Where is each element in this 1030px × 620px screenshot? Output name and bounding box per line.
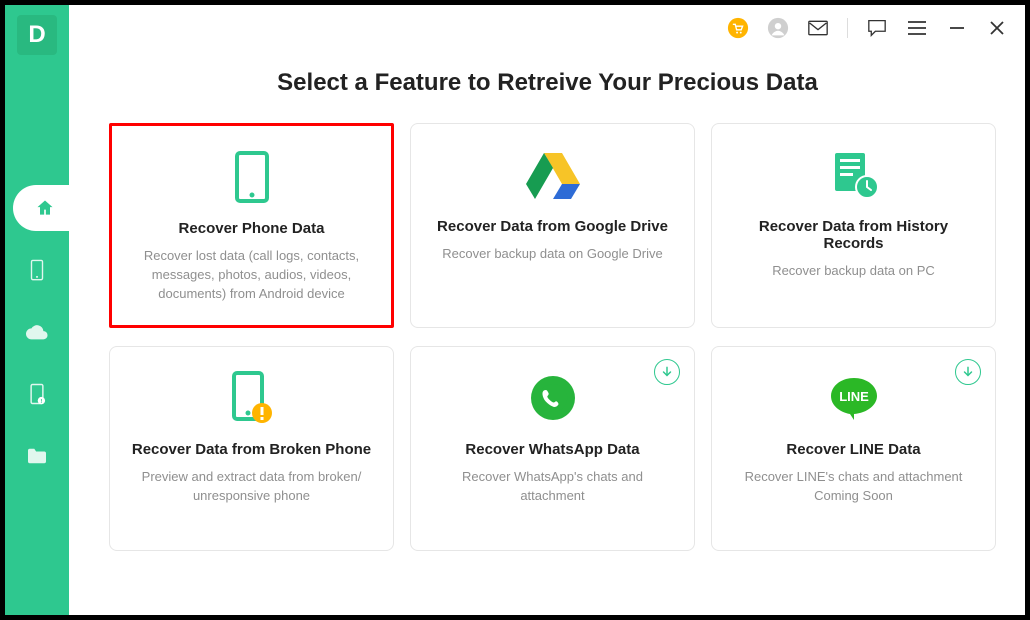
phone-device-icon — [28, 259, 46, 281]
nav-phone[interactable] — [14, 247, 60, 293]
folder-icon — [26, 447, 48, 465]
card-recover-google-drive[interactable]: Recover Data from Google Drive Recover b… — [410, 123, 695, 328]
line-text: LINE — [839, 389, 869, 404]
card-desc: Recover WhatsApp's chats and attachment — [429, 468, 676, 506]
mail-icon — [808, 20, 828, 36]
card-desc: Recover LINE's chats and attachment Comi… — [730, 468, 977, 506]
main-area: Select a Feature to Retreive Your Precio… — [69, 5, 1026, 615]
topbar-separator — [847, 18, 848, 38]
line-icon: LINE — [829, 369, 879, 427]
minimize-button[interactable] — [946, 17, 968, 39]
card-title: Recover Data from Broken Phone — [132, 441, 371, 458]
feedback-button[interactable] — [866, 17, 888, 39]
card-recover-whatsapp[interactable]: Recover WhatsApp Data Recover WhatsApp's… — [410, 346, 695, 551]
card-recover-line[interactable]: LINE Recover LINE Data Recover LINE's ch… — [711, 346, 996, 551]
history-records-icon — [829, 146, 879, 204]
card-title: Recover Data from History Records — [730, 218, 977, 252]
broken-phone-large-icon — [230, 369, 274, 427]
card-desc: Recover lost data (call logs, contacts, … — [130, 247, 373, 304]
feature-grid: Recover Phone Data Recover lost data (ca… — [69, 123, 1026, 551]
nav-cloud[interactable] — [14, 309, 60, 355]
cart-button[interactable] — [727, 17, 749, 39]
svg-text:!: ! — [40, 399, 42, 405]
card-desc: Recover backup data on PC — [772, 262, 935, 281]
cart-icon — [727, 17, 749, 39]
broken-phone-icon: ! — [27, 383, 47, 405]
app-window: D ! — [0, 0, 1030, 620]
card-recover-broken-phone[interactable]: Recover Data from Broken Phone Preview a… — [109, 346, 394, 551]
app-logo: D — [17, 15, 57, 55]
close-button[interactable] — [986, 17, 1008, 39]
minimize-icon — [949, 20, 965, 36]
card-desc: Recover backup data on Google Drive — [442, 245, 662, 264]
card-title: Recover Phone Data — [179, 220, 325, 237]
card-recover-phone-data[interactable]: Recover Phone Data Recover lost data (ca… — [109, 123, 394, 328]
mail-button[interactable] — [807, 17, 829, 39]
nav-folder[interactable] — [14, 433, 60, 479]
phone-icon — [235, 148, 269, 206]
download-icon — [961, 365, 975, 379]
menu-icon — [908, 21, 926, 35]
card-desc: Preview and extract data from broken/ un… — [128, 468, 375, 506]
close-icon — [989, 20, 1005, 36]
speech-bubble-icon — [867, 19, 887, 37]
card-recover-history-records[interactable]: Recover Data from History Records Recove… — [711, 123, 996, 328]
google-drive-icon — [526, 146, 580, 204]
whatsapp-icon — [529, 369, 577, 427]
card-title: Recover Data from Google Drive — [437, 218, 668, 235]
download-badge[interactable] — [654, 359, 680, 385]
card-title: Recover LINE Data — [786, 441, 920, 458]
cloud-icon — [26, 324, 48, 340]
nav-broken-phone[interactable]: ! — [14, 371, 60, 417]
menu-button[interactable] — [906, 17, 928, 39]
page-title: Select a Feature to Retreive Your Precio… — [69, 69, 1026, 97]
window-topbar — [69, 5, 1026, 51]
nav-home[interactable] — [13, 185, 71, 231]
download-badge[interactable] — [955, 359, 981, 385]
sidebar: D ! — [5, 5, 69, 615]
card-title: Recover WhatsApp Data — [465, 441, 639, 458]
user-icon — [767, 17, 789, 39]
download-icon — [660, 365, 674, 379]
home-icon — [35, 198, 55, 218]
user-button[interactable] — [767, 17, 789, 39]
